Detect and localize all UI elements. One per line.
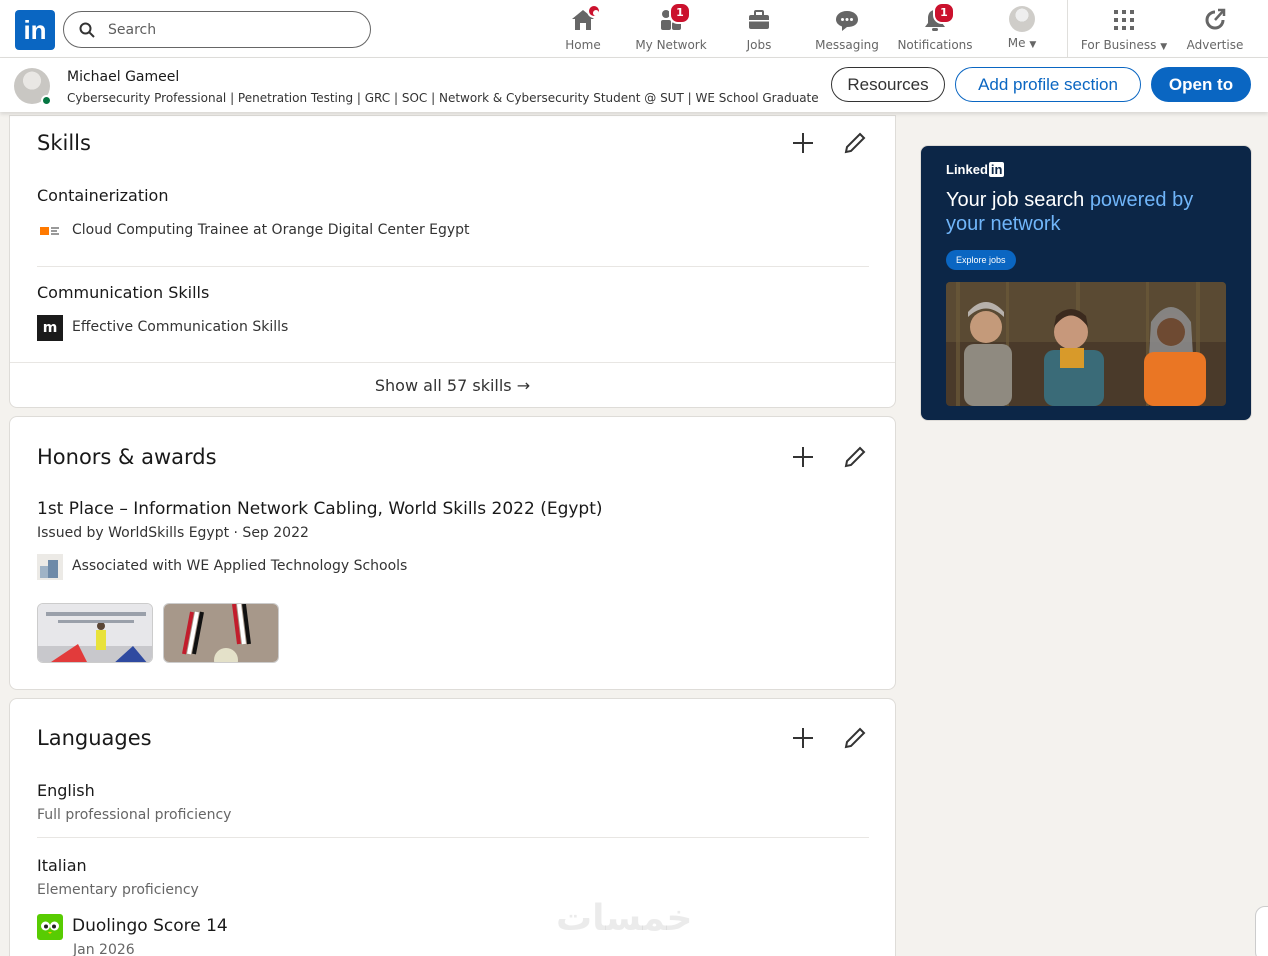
ad-headline: Your job search powered by your network [946, 189, 1194, 235]
nav-label: For Business ▼ [1080, 38, 1168, 52]
nav-label: Jobs [746, 38, 772, 52]
award-media-thumbnail[interactable] [37, 603, 153, 663]
skill-name[interactable]: Containerization [37, 186, 168, 205]
grid-icon [1110, 6, 1138, 34]
nav-me[interactable]: Me ▼ [1000, 4, 1044, 54]
award-title: 1st Place – Information Network Cabling,… [37, 499, 603, 519]
resources-button[interactable]: Resources [831, 67, 945, 102]
skills-section: Skills Containerization Cloud Computing … [9, 115, 896, 408]
show-all-skills-button[interactable]: Show all 57 skills → [10, 362, 895, 408]
online-status-dot [41, 95, 52, 106]
nav-label: Notifications [897, 38, 973, 52]
duolingo-logo [37, 914, 63, 940]
language-proficiency: Full professional proficiency [37, 807, 232, 823]
award-association-text: Associated with WE Applied Technology Sc… [72, 558, 408, 574]
add-icon[interactable] [791, 131, 815, 155]
nav-label: Me ▼ [1007, 36, 1037, 50]
language-name: English [37, 781, 95, 800]
open-to-button[interactable]: Open to [1151, 67, 1251, 102]
nav-label: Messaging [815, 38, 879, 52]
school-logo [37, 554, 63, 580]
nav-divider [1067, 0, 1068, 58]
briefcase-icon [745, 6, 773, 34]
skill-context-text: Cloud Computing Trainee at Orange Digita… [72, 222, 470, 238]
nav-label: Advertise [1186, 38, 1244, 52]
section-title: Skills [37, 131, 91, 155]
chevron-down-icon: ▼ [1029, 40, 1037, 50]
search-input[interactable]: Search [63, 11, 371, 48]
nav-for-business[interactable]: For Business ▼ [1078, 4, 1170, 54]
section-title: Languages [37, 726, 152, 750]
chevron-down-icon: ▼ [1160, 42, 1168, 52]
watermark: خمسات [556, 898, 693, 939]
languages-section: Languages English Full professional prof… [9, 698, 896, 956]
linkedin-wordmark: Linked in [946, 162, 1005, 177]
divider [37, 266, 869, 267]
ad-photo [946, 282, 1226, 406]
certificate-date: Jan 2026 [73, 942, 135, 956]
orange-digital-center-logo [37, 218, 63, 244]
nav-jobs[interactable]: Jobs [736, 4, 782, 54]
course-provider-logo: m [37, 315, 63, 341]
nav-messaging[interactable]: Messaging [813, 4, 881, 54]
skill-context-text: Effective Communication Skills [72, 319, 289, 335]
people-icon: 1 [657, 2, 691, 34]
nav-notifications[interactable]: 1 Notifications [896, 2, 974, 54]
avatar [1009, 6, 1035, 32]
language-proficiency: Elementary proficiency [37, 882, 199, 898]
messaging-icon [833, 6, 861, 34]
notifications-badge: 1 [933, 2, 955, 24]
nav-advertise[interactable]: Advertise [1184, 4, 1246, 54]
global-nav: in Search Home 1 My Network Jobs Messagi… [0, 0, 1268, 58]
add-icon[interactable] [791, 445, 815, 469]
language-name: Italian [37, 856, 87, 875]
add-icon[interactable] [791, 726, 815, 750]
search-icon [79, 22, 95, 38]
divider [37, 837, 869, 838]
nav-label: Home [565, 38, 601, 52]
home-icon [569, 4, 601, 34]
edit-pencil-icon[interactable] [843, 726, 867, 750]
profile-headline: Cybersecurity Professional | Penetration… [67, 91, 819, 105]
side-edge-button[interactable] [1255, 906, 1268, 956]
bell-icon: 1 [921, 2, 955, 34]
honors-awards-section: Honors & awards 1st Place – Information … [9, 416, 896, 690]
profile-name: Michael Gameel [67, 69, 180, 85]
edit-pencil-icon[interactable] [843, 445, 867, 469]
add-profile-section-button[interactable]: Add profile section [955, 67, 1141, 102]
job-search-ad[interactable]: Linked in Your job search powered by your… [920, 145, 1252, 421]
advertise-icon [1201, 6, 1229, 34]
nav-label: My Network [635, 38, 707, 52]
edit-pencil-icon[interactable] [843, 131, 867, 155]
home-dot [587, 4, 601, 18]
linkedin-logo[interactable]: in [15, 10, 55, 50]
search-placeholder: Search [108, 22, 157, 38]
nav-my-network[interactable]: 1 My Network [632, 2, 710, 54]
profile-avatar[interactable] [14, 68, 52, 106]
network-badge: 1 [669, 2, 691, 24]
sticky-profile-bar: Michael Gameel Cybersecurity Professiona… [0, 58, 1268, 112]
certificate-title: Duolingo Score 14 [72, 916, 228, 936]
skill-name[interactable]: Communication Skills [37, 283, 209, 302]
award-issuer: Issued by WorldSkills Egypt · Sep 2022 [37, 525, 309, 541]
nav-home[interactable]: Home [558, 4, 608, 54]
award-media-thumbnail[interactable] [163, 603, 279, 663]
section-title: Honors & awards [37, 445, 217, 469]
explore-jobs-button[interactable]: Explore jobs [946, 250, 1016, 270]
